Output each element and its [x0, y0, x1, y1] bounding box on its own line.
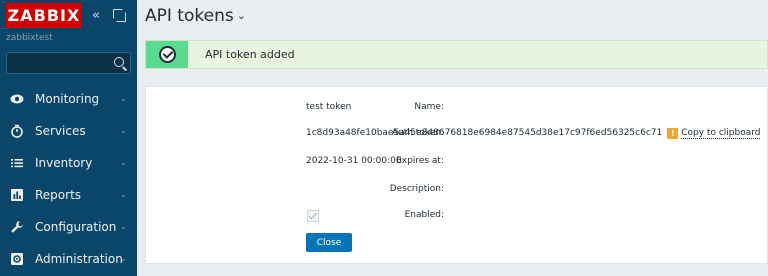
expires-value: 2022-10-31 00:00:00	[306, 156, 402, 166]
menu-item-administration[interactable]: Administration ⌄	[0, 243, 137, 275]
menu-label: Inventory	[35, 156, 93, 170]
server-name: zabbixtest	[6, 33, 53, 43]
success-message: API token added	[145, 40, 768, 69]
auth-token-value: 1c8d93a48fe10bae5a45e848676818e6984e8754…	[306, 128, 663, 138]
chevron-down-icon: ⌄	[119, 158, 127, 168]
menu-item-monitoring[interactable]: Monitoring ⌄	[0, 83, 137, 115]
row-description: Description:	[146, 181, 768, 201]
check-circle-icon	[158, 46, 176, 63]
close-button[interactable]: Close	[306, 233, 352, 252]
chevron-down-icon: ⌄	[119, 94, 127, 104]
gear-icon	[10, 252, 24, 266]
name-label: Name:	[414, 102, 444, 112]
zabbix-logo[interactable]: ZABBIX	[6, 3, 82, 28]
clock-icon	[10, 124, 24, 138]
expires-label: Expires at:	[396, 156, 444, 166]
message-strip	[146, 41, 188, 68]
wrench-icon	[10, 220, 24, 234]
menu-item-reports[interactable]: Reports ⌄	[0, 179, 137, 211]
menu-item-inventory[interactable]: Inventory ⌄	[0, 147, 137, 179]
sidebar: ZABBIX « zabbixtest Monitoring ⌄ Service…	[0, 0, 137, 276]
menu-label: Services	[35, 124, 86, 138]
menu-item-services[interactable]: Services ⌄	[0, 115, 137, 147]
row-name: Name: test token	[146, 99, 768, 119]
chevron-down-icon: ⌄	[119, 254, 127, 264]
enabled-checkbox[interactable]	[307, 210, 319, 222]
message-text: API token added	[205, 48, 295, 61]
menu-label: Reports	[35, 188, 82, 202]
page-title[interactable]: API tokens ⌄	[145, 6, 246, 26]
row-enabled: Enabled:	[146, 207, 768, 227]
token-form: Name: test token Auth token: 1c8d93a48fe…	[145, 86, 768, 264]
chevron-down-icon: ⌄	[119, 190, 127, 200]
description-label: Description:	[389, 184, 444, 194]
collapse-sidebar-icon[interactable]: «	[92, 9, 100, 22]
chevron-down-icon: ⌄	[236, 9, 246, 22]
row-auth-token: Auth token: 1c8d93a48fe10bae5a45e8486768…	[146, 125, 768, 145]
enabled-label: Enabled:	[404, 210, 444, 220]
menu-item-configuration[interactable]: Configuration ⌄	[0, 211, 137, 243]
copy-to-clipboard-link[interactable]: Copy to clipboard	[681, 128, 761, 139]
name-value: test token	[306, 102, 352, 112]
logo-row: ZABBIX «	[0, 0, 137, 32]
eye-icon	[10, 92, 24, 106]
chevron-down-icon: ⌄	[119, 222, 127, 232]
row-expires: Expires at: 2022-10-31 00:00:00	[146, 153, 768, 173]
list-icon	[10, 156, 24, 170]
search-icon[interactable]	[114, 57, 124, 67]
menu-label: Administration	[35, 252, 123, 266]
kiosk-mode-icon[interactable]	[113, 9, 126, 22]
page-title-text: API tokens	[145, 6, 234, 26]
chevron-down-icon: ⌄	[119, 126, 127, 136]
main-menu: Monitoring ⌄ Services ⌄ Inventory ⌄ Repo…	[0, 83, 137, 275]
menu-label: Configuration	[35, 220, 117, 234]
menu-label: Monitoring	[35, 92, 100, 106]
warning-icon[interactable]: !	[667, 128, 679, 139]
bar-chart-icon	[10, 188, 24, 202]
auth-token-value-wrap: 1c8d93a48fe10bae5a45e848676818e6984e8754…	[306, 128, 761, 139]
search-input[interactable]	[6, 52, 131, 74]
